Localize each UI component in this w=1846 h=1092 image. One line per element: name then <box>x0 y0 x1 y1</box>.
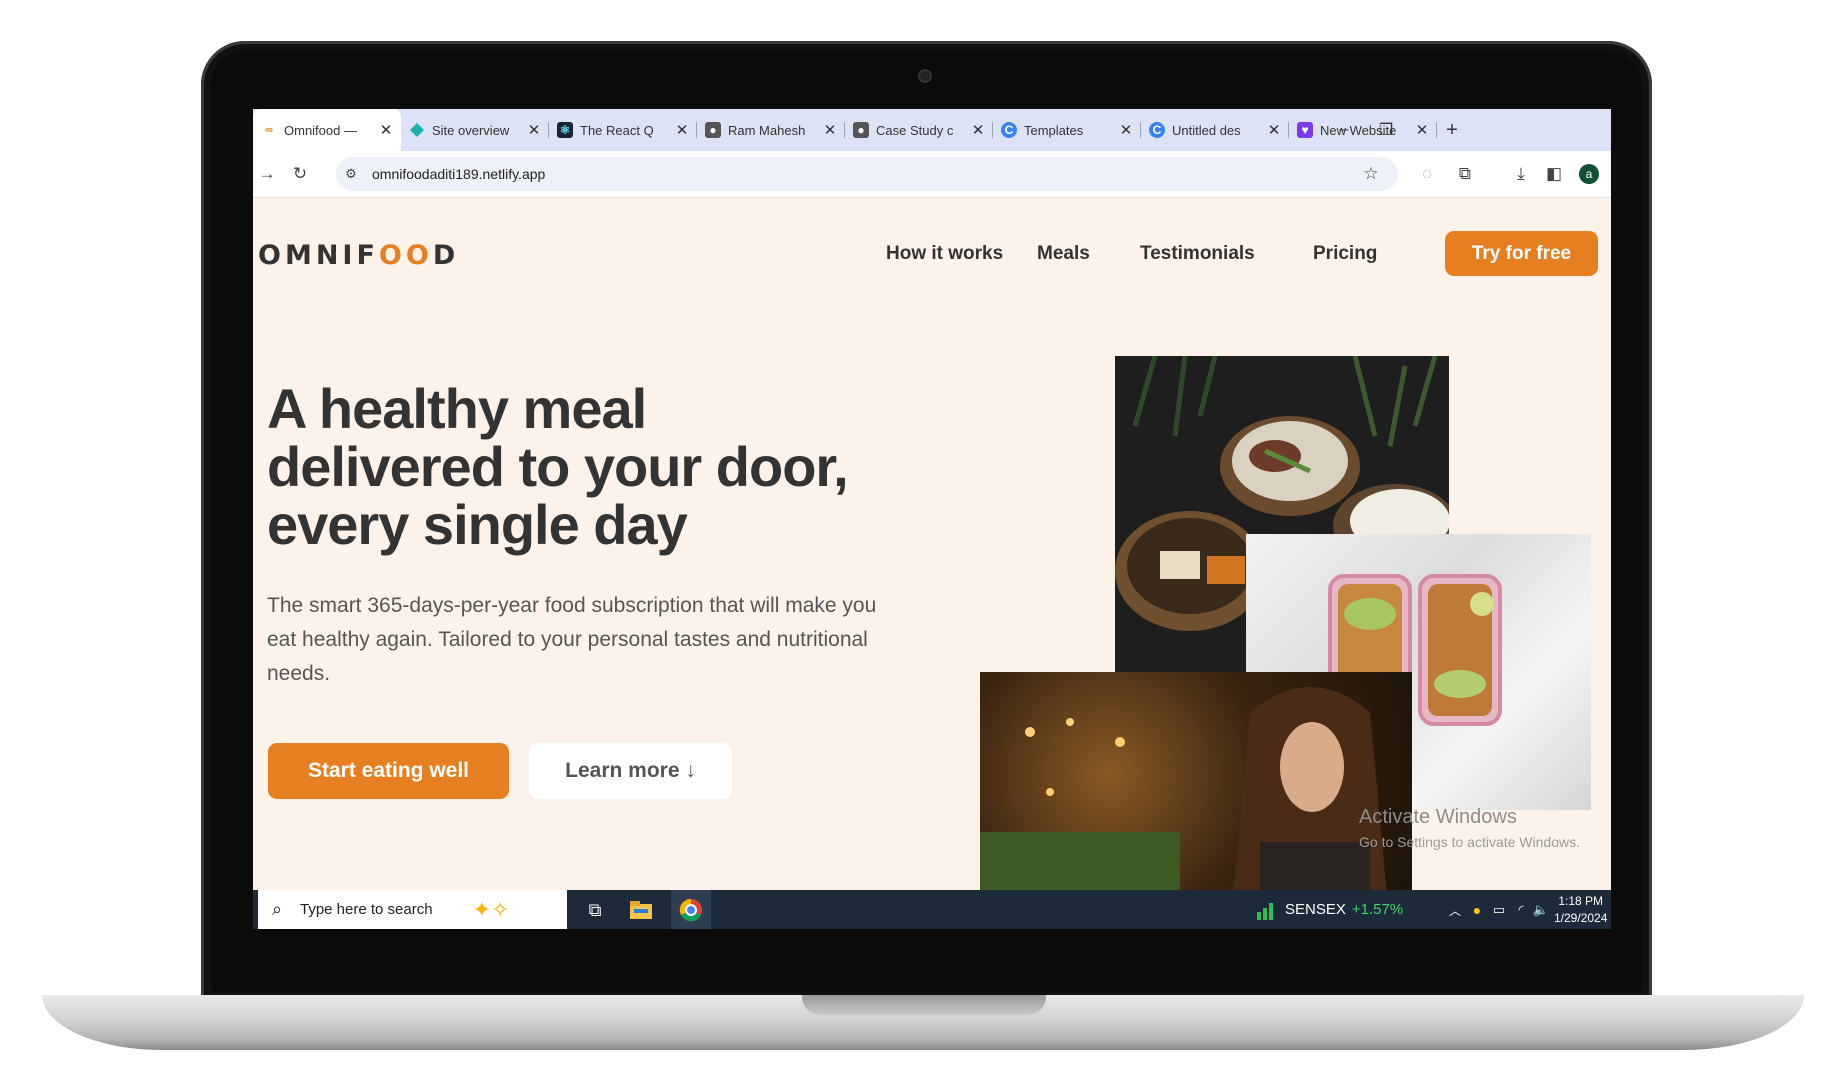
hero-description: The smart 365-days-per-year food subscri… <box>267 594 877 685</box>
extension-icon[interactable]: ◌ <box>1416 163 1438 185</box>
close-tab-icon[interactable]: ✕ <box>675 121 689 139</box>
nav-how-it-works[interactable]: How it works <box>886 243 1003 265</box>
clock-time: 1:18 PM <box>1558 894 1604 908</box>
browser-tab[interactable]: Site overview ✕ <box>401 109 549 151</box>
close-tab-icon[interactable]: ✕ <box>1267 121 1281 139</box>
browser-tab-bar: ∞ Omnifood — ✕ Site overview ✕ ⚛ The Rea… <box>253 109 1611 151</box>
activate-windows-subtitle: Go to Settings to activate Windows. <box>1359 834 1580 850</box>
close-tab-icon[interactable]: ✕ <box>1415 121 1429 139</box>
reload-icon[interactable]: ↻ <box>289 163 311 185</box>
tab-title: Case Study c <box>876 122 954 138</box>
site-settings-icon[interactable]: ⚙ <box>340 163 362 185</box>
profile-avatar[interactable]: a <box>1579 164 1599 184</box>
tab-title: Site overview <box>432 122 510 138</box>
omnifood-icon: ∞ <box>265 124 273 136</box>
tab-title: Ram Mahesh <box>728 122 806 138</box>
omnifood-logo[interactable]: OMNIFOOD <box>258 240 459 271</box>
close-tab-icon[interactable]: ✕ <box>971 121 985 139</box>
download-icon[interactable]: ⤓ <box>1510 163 1532 185</box>
canva-icon: C <box>1001 122 1017 138</box>
chrome-taskbar-icon[interactable] <box>671 890 711 929</box>
logo-text: D <box>432 240 460 271</box>
browser-tab[interactable]: C Untitled des ✕ <box>1141 109 1289 151</box>
logo-text: OO <box>378 240 433 271</box>
clock-date: 1/29/2024 <box>1554 911 1608 925</box>
tab-divider <box>1436 122 1437 138</box>
nav-testimonials[interactable]: Testimonials <box>1140 243 1255 265</box>
sensex-ticker[interactable]: SENSEX +1.57% <box>1285 901 1403 918</box>
screen: ∞ Omnifood — ✕ Site overview ✕ ⚛ The Rea… <box>253 109 1611 929</box>
url-text: omnifoodaditi189.netlify.app <box>372 166 546 182</box>
browser-tab[interactable]: ⚛ The React Q ✕ <box>549 109 697 151</box>
tab-title: Templates <box>1024 122 1084 138</box>
hero-title: A healthy meal delivered to your door, e… <box>267 380 917 554</box>
close-tab-icon[interactable]: ✕ <box>527 121 541 139</box>
puzzle-icon[interactable]: ⧉ <box>1454 163 1476 185</box>
forward-icon[interactable]: → <box>256 163 278 185</box>
close-tab-icon[interactable]: ✕ <box>1119 121 1133 139</box>
hero-title-line: delivered to your door, <box>267 435 849 498</box>
stock-chart-icon <box>1253 896 1281 924</box>
browser-tab[interactable]: C Templates ✕ <box>993 109 1141 151</box>
logo-text: OMNIF <box>258 240 379 271</box>
browser-toolbar: → ↻ ⚙ omnifoodaditi189.netlify.app ☆ ◌ ⧉… <box>253 151 1611 198</box>
new-tab-button[interactable]: + <box>1437 119 1467 142</box>
search-icon: ⌕ <box>272 899 283 919</box>
tab-title: Omnifood — <box>284 122 357 138</box>
address-bar[interactable]: ⚙ omnifoodaditi189.netlify.app ☆ <box>336 157 1398 191</box>
webcam-icon <box>920 71 930 81</box>
canva-icon: C <box>1149 122 1165 138</box>
close-tab-icon[interactable]: ✕ <box>823 121 837 139</box>
browser-tab[interactable]: ∞ Omnifood — ✕ <box>253 109 401 151</box>
taskbar-clock[interactable]: 1:18 PM 1/29/2024 <box>1554 893 1607 927</box>
browser-tab[interactable]: ● Case Study c ✕ <box>845 109 993 151</box>
tab-title: The React Q <box>580 122 654 138</box>
task-view-icon[interactable]: ⧉ <box>581 896 609 924</box>
learn-more-button[interactable]: Learn more ↓ <box>529 743 732 799</box>
minimize-button[interactable]: – <box>1323 109 1365 151</box>
hero-title-line: every single day <box>267 493 688 556</box>
heart-icon: ♥ <box>1297 122 1313 138</box>
laptop-notch <box>802 995 1046 1015</box>
person-icon: ● <box>705 122 721 138</box>
bookmark-star-icon[interactable]: ☆ <box>1360 163 1382 185</box>
sparkle-icon: ✦✧ <box>472 896 510 922</box>
file-explorer-icon[interactable] <box>627 896 655 924</box>
side-panel-icon[interactable]: ◧ <box>1543 163 1565 185</box>
nav-pricing[interactable]: Pricing <box>1313 243 1377 265</box>
close-tab-icon[interactable]: ✕ <box>379 121 393 139</box>
stock-name: SENSEX <box>1285 901 1346 918</box>
search-placeholder: Type here to search <box>300 901 433 918</box>
windows-taskbar: ⌕ Type here to search ✦✧ ⧉ SENSEX +1.57% … <box>253 890 1611 929</box>
react-icon: ⚛ <box>557 122 573 138</box>
stock-change: +1.57% <box>1351 901 1404 918</box>
activate-windows-title: Activate Windows <box>1359 806 1517 828</box>
try-for-free-button[interactable]: Try for free <box>1445 231 1598 276</box>
netlify-icon <box>409 122 425 138</box>
start-eating-well-button[interactable]: Start eating well <box>268 743 509 799</box>
person-icon: ● <box>853 122 869 138</box>
hero-title-line: A healthy meal <box>267 377 647 440</box>
taskbar-search[interactable]: ⌕ Type here to search ✦✧ <box>258 890 567 929</box>
restore-button[interactable]: ❐ <box>1365 109 1407 151</box>
nav-meals[interactable]: Meals <box>1037 243 1090 265</box>
browser-tab[interactable]: ● Ram Mahesh ✕ <box>697 109 845 151</box>
volume-icon[interactable]: 🔈 <box>1527 896 1555 924</box>
tab-title: Untitled des <box>1172 122 1241 138</box>
